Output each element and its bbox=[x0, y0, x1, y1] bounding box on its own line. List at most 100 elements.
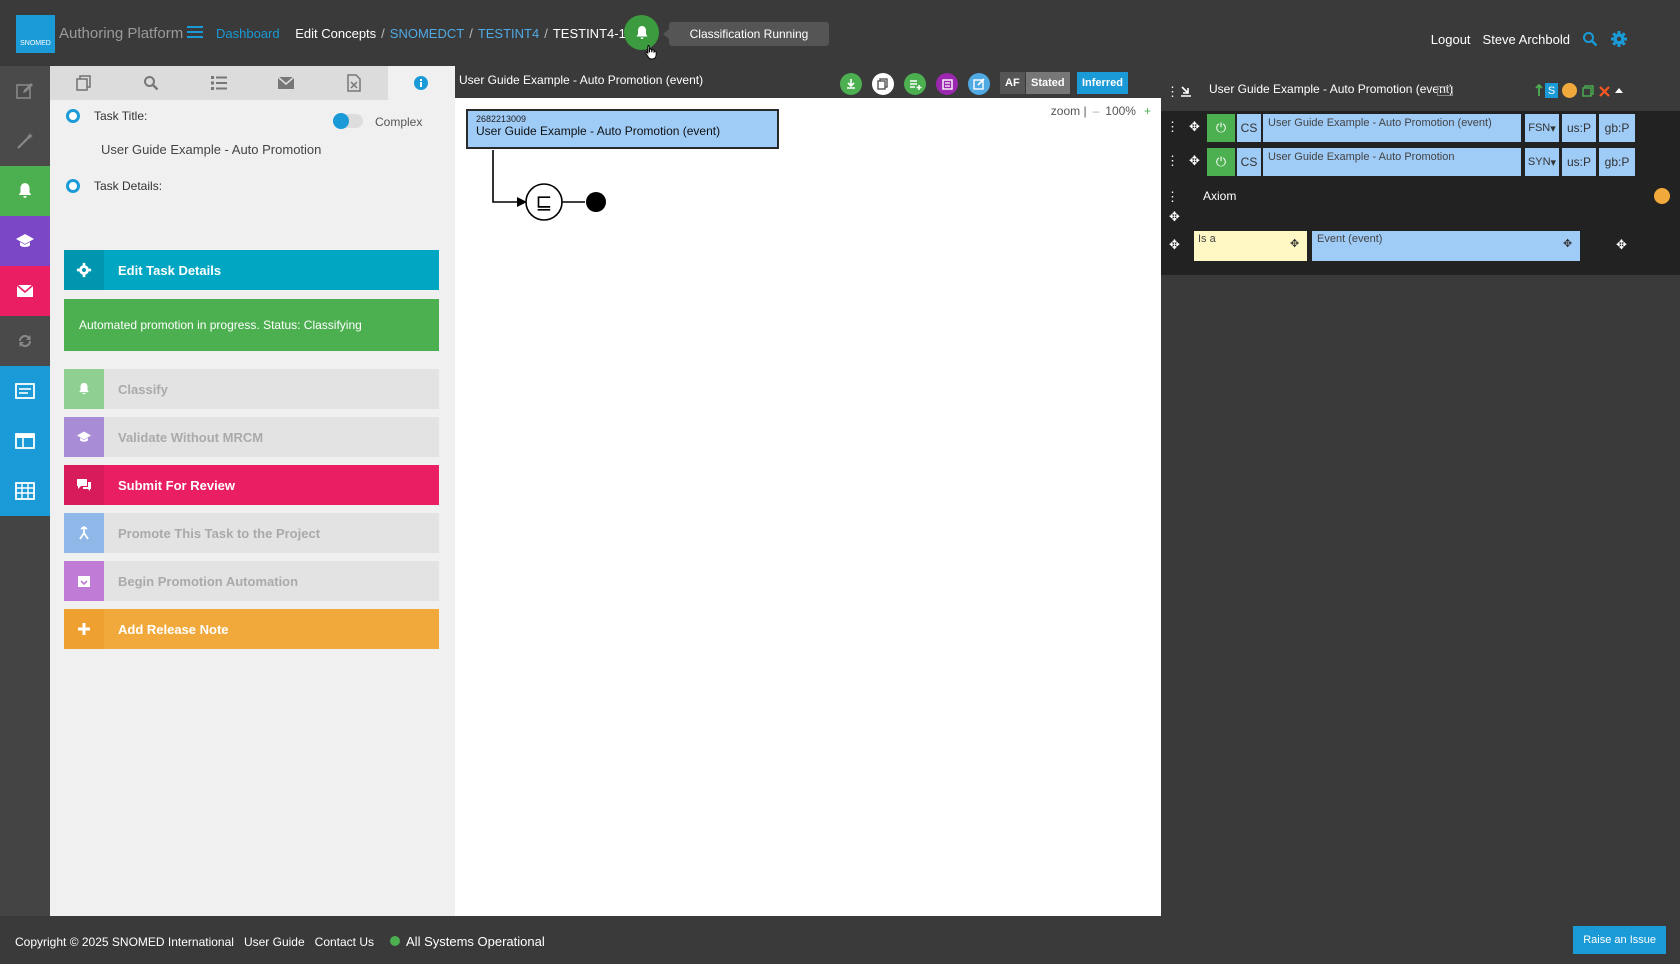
gear-icon[interactable] bbox=[1610, 30, 1628, 48]
diagram-title: User Guide Example - Auto Promotion (eve… bbox=[459, 73, 704, 87]
logout-link[interactable]: Logout bbox=[1431, 32, 1471, 47]
active-toggle-button[interactable]: ⏻ bbox=[1207, 114, 1235, 142]
inferred-view-button[interactable]: Inferred bbox=[1077, 72, 1128, 94]
gb-acceptability[interactable]: gb:P bbox=[1599, 114, 1635, 142]
drag-target-icon[interactable]: ✥ bbox=[1563, 237, 1572, 250]
begin-promotion-automation-button[interactable]: Begin Promotion Automation bbox=[64, 561, 439, 601]
conjunction-node[interactable] bbox=[586, 192, 606, 212]
top-bar: SNOMED Authoring Platform Dashboard Edit… bbox=[0, 0, 1680, 66]
minimize-icon[interactable] bbox=[1179, 84, 1193, 98]
copyright-text: Copyright © 2025 SNOMED International bbox=[15, 934, 234, 949]
zoom-out-button[interactable]: – bbox=[1093, 104, 1100, 118]
validate-button[interactable]: Validate Without MRCM bbox=[64, 417, 439, 457]
tab-saved-list[interactable] bbox=[50, 66, 118, 100]
concept-node[interactable]: 2682213009 User Guide Example - Auto Pro… bbox=[466, 109, 779, 149]
concept-name: User Guide Example - Auto Promotion (eve… bbox=[476, 124, 721, 138]
promote-arrow-icon[interactable] bbox=[1534, 83, 1544, 97]
tab-task-info[interactable] bbox=[387, 66, 455, 100]
breadcrumb-project[interactable]: TESTINT4 bbox=[478, 26, 539, 41]
nav-edit[interactable] bbox=[0, 66, 50, 116]
nav-feedback[interactable] bbox=[0, 366, 50, 416]
case-significance[interactable]: CS bbox=[1237, 148, 1261, 176]
edit-icon bbox=[16, 83, 33, 99]
us-acceptability[interactable]: us:P bbox=[1562, 148, 1596, 176]
stated-badge[interactable]: S bbox=[1545, 83, 1558, 98]
user-name[interactable]: Steve Archbold bbox=[1483, 32, 1570, 47]
tab-search[interactable] bbox=[118, 66, 186, 100]
remove-relationship-icon[interactable]: ✥ bbox=[1616, 237, 1627, 253]
axiom-section: ⋮ Axiom ✥ ✥ Is a ✥ Event (event) ✥ ✥ bbox=[1161, 179, 1680, 275]
breadcrumb-dashboard[interactable]: Dashboard bbox=[216, 26, 280, 41]
add-relationship-move-icon[interactable]: ✥ bbox=[1169, 209, 1180, 225]
submit-for-review-button[interactable]: Submit For Review bbox=[64, 465, 439, 505]
task-title-value: User Guide Example - Auto Promotion bbox=[101, 142, 322, 157]
nav-grid[interactable] bbox=[0, 466, 50, 516]
nav-validate[interactable] bbox=[0, 216, 50, 266]
description-term[interactable]: User Guide Example - Auto Promotion bbox=[1263, 148, 1521, 176]
stated-view-button[interactable]: Stated bbox=[1026, 72, 1070, 94]
add-release-note-button[interactable]: Add Release Note bbox=[64, 609, 439, 649]
classify-button[interactable]: Classify bbox=[64, 369, 439, 409]
us-acceptability[interactable]: us:P bbox=[1562, 114, 1596, 142]
tab-taxonomy[interactable] bbox=[185, 66, 253, 100]
system-status[interactable]: All Systems Operational bbox=[384, 934, 545, 949]
description-type-select[interactable]: FSN ▾ bbox=[1525, 114, 1559, 142]
tab-feedback[interactable] bbox=[253, 66, 321, 100]
clone-icon[interactable] bbox=[1582, 85, 1594, 97]
user-guide-link[interactable]: User Guide bbox=[244, 935, 305, 949]
footer: Copyright © 2025 SNOMED International Us… bbox=[0, 916, 1680, 964]
drag-type-icon[interactable]: ✥ bbox=[1290, 237, 1299, 250]
af-toggle-button[interactable]: AF bbox=[1000, 72, 1025, 94]
app-title[interactable]: Authoring Platform bbox=[59, 25, 183, 42]
drag-handle-icon[interactable]: ⋮ bbox=[1166, 119, 1179, 135]
breadcrumb-codesystem[interactable]: SNOMEDCT bbox=[390, 26, 464, 41]
raise-issue-button[interactable]: Raise an Issue bbox=[1573, 926, 1666, 954]
nav-layout[interactable] bbox=[0, 416, 50, 466]
download-button[interactable] bbox=[840, 73, 862, 95]
move-icon[interactable]: ✥ bbox=[1189, 119, 1200, 135]
gear-icon bbox=[76, 262, 92, 278]
drag-handle-icon[interactable]: ⋮ bbox=[1166, 189, 1179, 205]
description-type-select[interactable]: SYN ▾ bbox=[1525, 148, 1559, 176]
move-icon[interactable]: ✥ bbox=[1169, 237, 1180, 253]
case-significance[interactable]: CS bbox=[1237, 114, 1261, 142]
add-to-list-button[interactable] bbox=[904, 73, 926, 95]
tab-export[interactable] bbox=[320, 66, 388, 100]
copy-button[interactable] bbox=[872, 73, 894, 95]
nav-sync[interactable] bbox=[0, 316, 50, 366]
sync-icon bbox=[18, 334, 32, 348]
diagram-connectors: ⊑ bbox=[492, 150, 606, 221]
move-icon[interactable]: ✥ bbox=[1189, 153, 1200, 169]
gb-acceptability[interactable]: gb:P bbox=[1599, 148, 1635, 176]
collapse-icon[interactable] bbox=[1614, 87, 1624, 94]
clone-button[interactable] bbox=[936, 73, 958, 95]
task-title-radio[interactable] bbox=[66, 109, 80, 123]
excel-file-icon bbox=[347, 74, 361, 92]
snomed-logo[interactable]: SNOMED bbox=[16, 15, 55, 53]
complex-label: Complex bbox=[375, 115, 423, 129]
contact-link[interactable]: Contact Us bbox=[315, 935, 374, 949]
zoom-control: zoom | –100% + bbox=[1051, 104, 1151, 118]
promote-task-button[interactable]: Promote This Task to the Project bbox=[64, 513, 439, 553]
concept-edit-panel: ⋮ User Guide Example - Auto Promotion (e… bbox=[1161, 66, 1680, 916]
unsaved-indicator bbox=[1562, 83, 1577, 98]
keyboard-icon[interactable] bbox=[1437, 86, 1453, 96]
close-icon[interactable] bbox=[1599, 86, 1610, 97]
nav-batch[interactable] bbox=[0, 116, 50, 166]
task-details-radio[interactable] bbox=[66, 179, 80, 193]
nav-classify[interactable] bbox=[0, 166, 50, 216]
envelope-icon bbox=[16, 284, 34, 297]
menu-icon[interactable] bbox=[187, 26, 203, 38]
drag-handle-icon[interactable]: ⋮ bbox=[1166, 153, 1179, 169]
description-term[interactable]: User Guide Example - Auto Promotion (eve… bbox=[1263, 114, 1521, 142]
nav-review[interactable] bbox=[0, 266, 50, 316]
open-edit-button[interactable] bbox=[968, 73, 990, 95]
relationship-target-field[interactable]: Event (event) bbox=[1312, 231, 1580, 261]
active-toggle-button[interactable]: ⏻ bbox=[1207, 148, 1235, 176]
zoom-in-button[interactable]: + bbox=[1144, 104, 1151, 118]
wand-icon bbox=[17, 133, 33, 149]
complex-toggle[interactable] bbox=[333, 113, 363, 129]
edit-task-details-button[interactable]: Edit Task Details bbox=[64, 250, 439, 290]
drag-handle-icon[interactable]: ⋮ bbox=[1166, 84, 1179, 100]
search-icon[interactable] bbox=[1582, 31, 1598, 47]
